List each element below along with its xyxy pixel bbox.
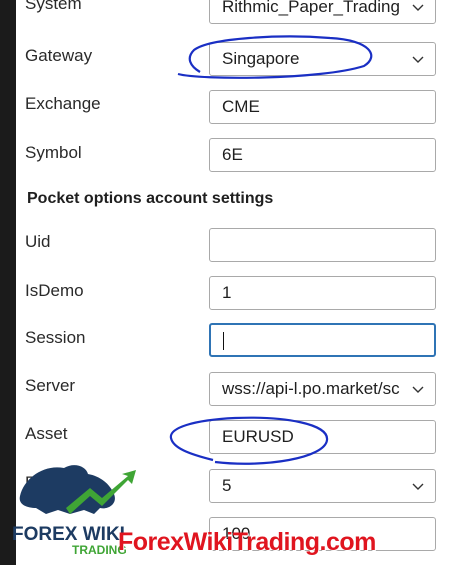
asset-value: EURUSD	[222, 427, 294, 446]
gateway-value: Singapore	[222, 49, 300, 68]
symbol-value: 6E	[222, 145, 243, 164]
uid-input[interactable]	[209, 228, 436, 262]
gateway-select[interactable]: Singapore	[209, 42, 436, 76]
row-exchange: Exchange CME	[16, 90, 474, 130]
session-label: Session	[25, 328, 86, 347]
symbol-label: Symbol	[25, 143, 82, 162]
system-value: Rithmic_Paper_Trading	[222, 0, 400, 16]
chevron-down-icon	[412, 483, 424, 490]
symbol-input[interactable]: 6E	[209, 138, 436, 172]
chevron-down-icon	[412, 386, 424, 393]
chevron-down-icon	[412, 56, 424, 63]
gateway-label: Gateway	[25, 46, 93, 65]
isdemo-input[interactable]: 1	[209, 276, 436, 310]
asset-label: Asset	[25, 424, 68, 443]
uid-label: Uid	[25, 232, 51, 251]
partial-1-value: 5	[222, 476, 232, 495]
row-session: Session	[16, 323, 474, 363]
row-asset: Asset EURUSD	[16, 420, 474, 460]
asset-input[interactable]: EURUSD	[209, 420, 436, 454]
session-input[interactable]	[209, 323, 436, 357]
watermark-site: ForexWikiTrading.com	[118, 528, 376, 556]
server-value: wss://api-l.po.market/sc	[222, 379, 400, 398]
isdemo-label: IsDemo	[25, 281, 84, 300]
row-symbol: Symbol 6E	[16, 138, 474, 178]
system-label: System	[25, 0, 82, 13]
isdemo-value: 1	[222, 283, 232, 302]
row-gateway: Gateway Singapore	[16, 42, 474, 82]
partial-1-select[interactable]: 5	[209, 469, 436, 503]
row-isdemo: IsDemo 1	[16, 276, 474, 316]
chevron-down-icon	[412, 4, 424, 11]
row-uid: Uid	[16, 228, 474, 268]
server-select[interactable]: wss://api-l.po.market/sc	[209, 372, 436, 406]
section-title: Pocket options account settings	[27, 190, 274, 207]
exchange-input[interactable]: CME	[209, 90, 436, 124]
row-server: Server wss://api-l.po.market/sc	[16, 372, 474, 412]
server-label: Server	[25, 376, 76, 395]
text-cursor	[223, 331, 224, 350]
system-select[interactable]: Rithmic_Paper_Trading	[209, 0, 436, 24]
exchange-value: CME	[222, 97, 260, 116]
logo-text: FOREX WIKI	[12, 524, 125, 545]
exchange-label: Exchange	[25, 94, 101, 113]
row-system: System Rithmic_Paper_Trading	[16, 0, 474, 30]
